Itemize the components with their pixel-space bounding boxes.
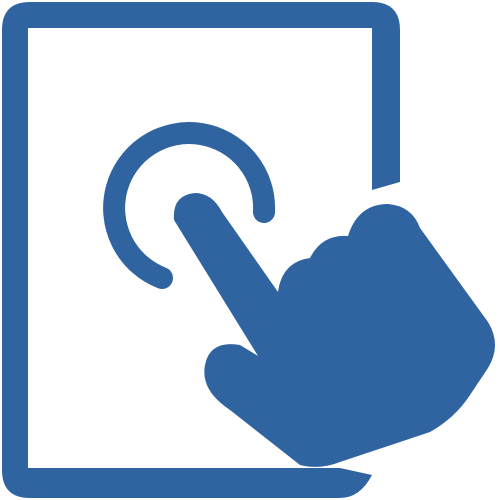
tablet-touch-icon [0, 0, 500, 500]
pointing-hand-icon [173, 193, 495, 467]
tablet-touch-svg [2, 2, 495, 498]
home-button-icon [191, 475, 207, 491]
